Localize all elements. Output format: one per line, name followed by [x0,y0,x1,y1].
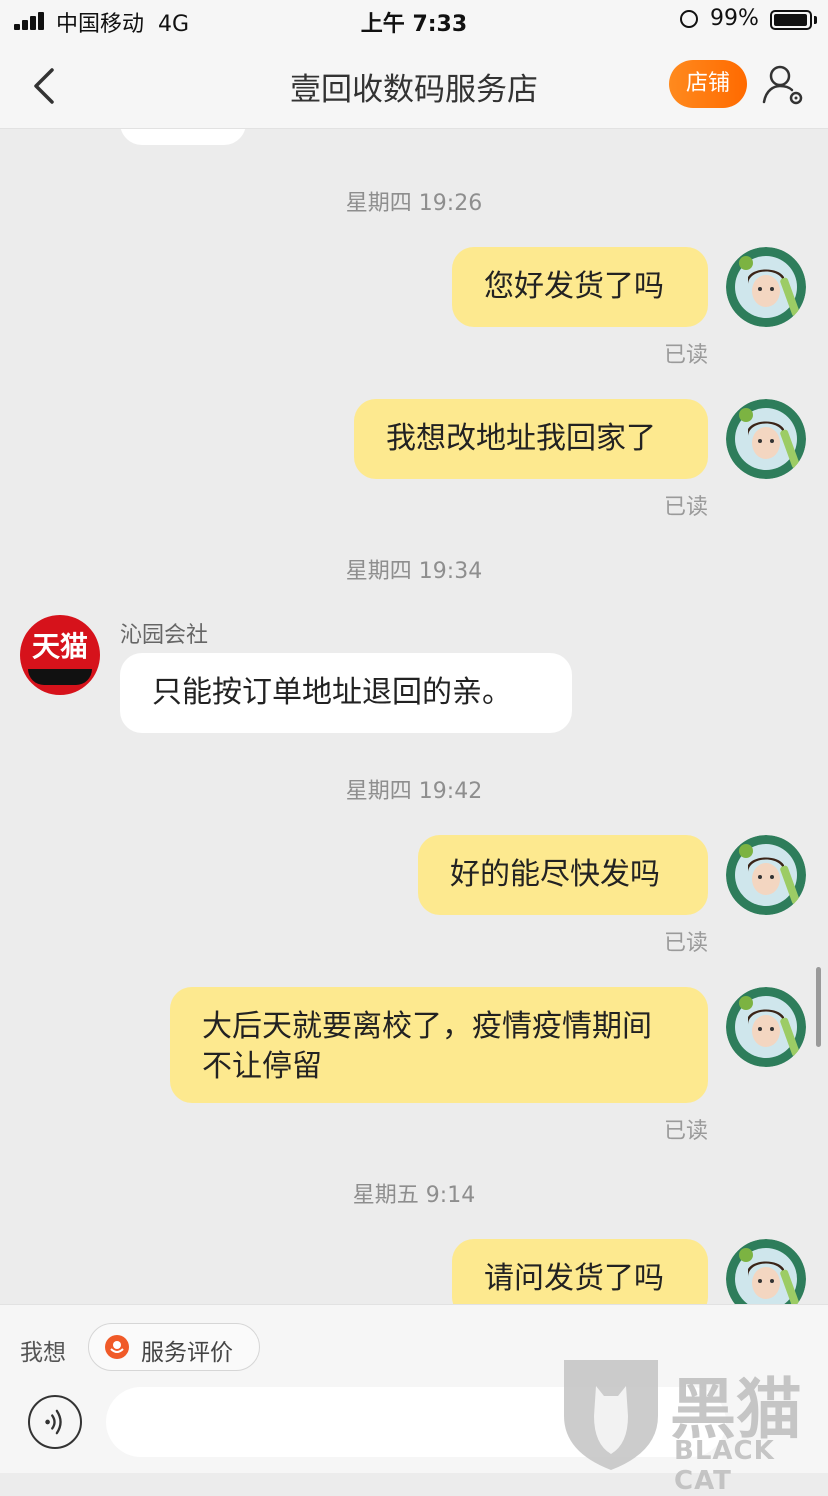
status-time: 上午 7:33 [360,12,468,37]
bottom-toolbar: 我想 服务评价 [0,1304,828,1473]
service-rating-label: 服务评价 [141,1340,233,1366]
status-bar: 中国移动 4G 上午 7:33 99% [0,0,828,44]
anime-avatar-icon [726,987,806,1067]
rotation-lock-icon [680,10,698,28]
timestamp: 星期四 19:26 [345,191,483,216]
anime-avatar-icon [726,247,806,327]
sender-name: 沁园会社 [120,623,209,648]
read-receipt: 已读 [663,931,708,956]
message-bubble-outgoing[interactable]: 大后天就要离校了，疫情疫情期间不让停留 [170,987,708,1103]
message-bubble-outgoing[interactable]: 好的能尽快发吗 [418,835,708,915]
message-bubble-partial [120,129,246,145]
want-label: 我想 [20,1340,66,1366]
voice-icon [45,1409,62,1435]
message-bubble-outgoing[interactable]: 我想改地址我回家了 [354,399,708,479]
anime-avatar-icon [726,1239,806,1304]
user-avatar[interactable] [726,399,806,479]
read-receipt: 已读 [663,495,708,520]
message-bubble-outgoing[interactable]: 您好发货了吗 [452,247,708,327]
flower-icon [105,1335,129,1359]
user-avatar[interactable] [726,247,806,327]
tmall-logo-text: 天猫 [31,630,88,663]
person-settings-icon [762,65,803,105]
message-bubble-incoming[interactable]: 只能按订单地址退回的亲。 [120,653,572,733]
message-bubble-outgoing[interactable]: 请问发货了吗 [452,1239,708,1304]
store-avatar[interactable]: 天猫 [20,615,100,695]
scrollbar[interactable] [816,967,821,1047]
battery-percent: 99% [710,6,759,31]
battery-icon [770,10,812,30]
anime-avatar-icon [726,835,806,915]
timestamp: 星期四 19:42 [345,779,483,804]
message-input[interactable] [106,1387,726,1457]
read-receipt: 已读 [663,343,708,368]
profile-settings-button[interactable] [760,62,806,108]
timestamp: 星期四 19:34 [345,559,483,584]
chat-header: 壹回收数码服务店 店铺 [0,44,828,129]
user-avatar[interactable] [726,835,806,915]
service-rating-button[interactable]: 服务评价 [88,1323,260,1371]
user-avatar[interactable] [726,987,806,1067]
voice-button[interactable] [28,1395,82,1449]
chat-list[interactable]: 星期四 19:26 您好发货了吗 已读 我想改地址我回家了 已读 星期四 19:… [0,129,828,1304]
user-avatar[interactable] [726,1239,806,1304]
store-button[interactable]: 店铺 [669,60,747,108]
anime-avatar-icon [726,399,806,479]
timestamp: 星期五 9:14 [352,1183,476,1208]
read-receipt: 已读 [663,1119,708,1144]
